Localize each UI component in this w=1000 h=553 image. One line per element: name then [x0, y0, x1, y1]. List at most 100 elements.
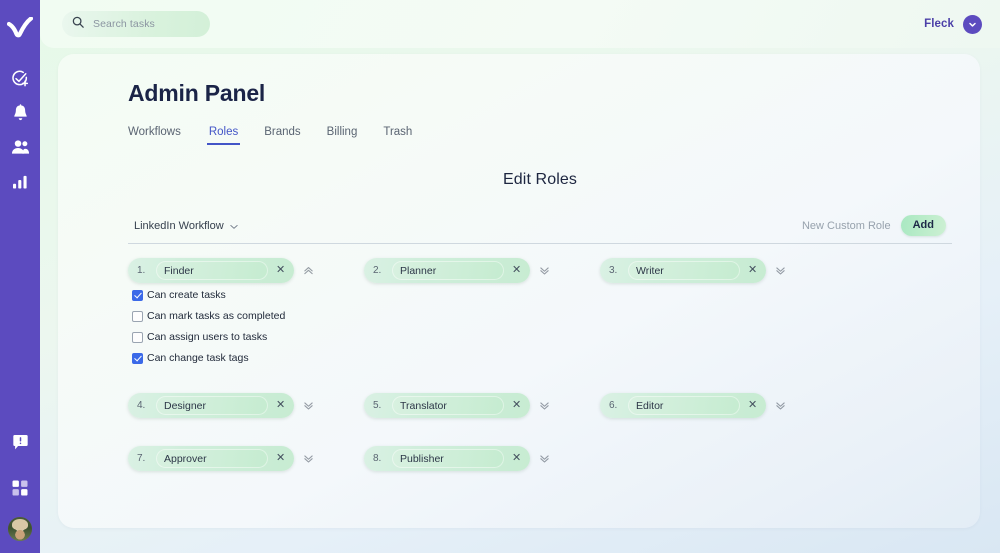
topbar: Search tasks Fleck: [40, 0, 1000, 48]
role-number: 7.: [137, 453, 146, 464]
add-task-icon: [11, 70, 29, 88]
bar-chart-icon: [12, 174, 29, 189]
role-chip-designer: 4. Designer ✕: [128, 393, 295, 418]
role-number: 3.: [609, 265, 618, 276]
main-column: Search tasks Fleck Admin Panel Workflows…: [40, 0, 1000, 553]
permission-checkbox[interactable]: [132, 310, 143, 322]
add-role-button[interactable]: Add: [900, 215, 946, 236]
role-slot-finder: 1. Finder ✕: [128, 258, 364, 283]
role-name-input[interactable]: Writer: [628, 261, 740, 280]
permission-item: Can change task tags: [132, 352, 952, 364]
close-icon[interactable]: ✕: [746, 400, 759, 411]
role-chip-writer: 3. Writer ✕: [600, 258, 767, 283]
avatar-highlight: [12, 519, 28, 530]
role-name-input[interactable]: Translator: [392, 396, 504, 415]
sidebar-item-notifications[interactable]: [0, 96, 40, 130]
close-icon[interactable]: ✕: [274, 453, 287, 464]
close-icon[interactable]: ✕: [274, 265, 287, 276]
role-row-2: 4. Designer ✕ 5. Translator ✕ 6. Editor …: [128, 393, 952, 418]
check-logo-icon: [6, 15, 34, 44]
user-name: Fleck: [924, 18, 954, 30]
permission-checkbox[interactable]: [132, 331, 143, 343]
role-name-input[interactable]: Designer: [156, 396, 268, 415]
permission-checkbox[interactable]: [132, 352, 143, 364]
sidebar-item-team[interactable]: [0, 130, 40, 164]
permission-label[interactable]: Can assign users to tasks: [147, 331, 267, 343]
permission-item: Can assign users to tasks: [132, 331, 952, 343]
workflow-select[interactable]: LinkedIn Workflow: [134, 217, 238, 235]
chevron-down-icon[interactable]: [963, 14, 982, 34]
admin-card: Admin Panel Workflows Roles Brands Billi…: [58, 54, 980, 528]
role-number: 2.: [373, 265, 382, 276]
role-slot-translator: 5. Translator ✕: [364, 393, 600, 418]
permission-label[interactable]: Can change task tags: [147, 352, 249, 364]
sidebar-item-analytics[interactable]: [0, 164, 40, 198]
sidebar-item-apps[interactable]: [0, 471, 40, 505]
role-chip-approver: 7. Approver ✕: [128, 446, 295, 471]
app-logo[interactable]: [0, 10, 40, 50]
permission-checkbox[interactable]: [132, 289, 143, 301]
role-name-input[interactable]: Planner: [392, 261, 504, 280]
workflow-bar: LinkedIn Workflow New Custom Role Add: [128, 215, 952, 244]
new-custom-role-input[interactable]: New Custom Role: [802, 220, 891, 232]
role-number: 4.: [137, 400, 146, 411]
workflow-bar-right: New Custom Role Add: [802, 215, 946, 236]
role-name-input[interactable]: Publisher: [392, 449, 504, 468]
admin-card-inner: Admin Panel Workflows Roles Brands Billi…: [58, 54, 980, 528]
role-slot-approver: 7. Approver ✕: [128, 446, 364, 471]
double-chevron-down-icon[interactable]: [302, 452, 315, 465]
double-chevron-down-icon[interactable]: [302, 399, 315, 412]
role-name-input[interactable]: Approver: [156, 449, 268, 468]
tab-trash[interactable]: Trash: [383, 126, 412, 145]
double-chevron-up-icon[interactable]: [302, 264, 315, 277]
double-chevron-down-icon[interactable]: [538, 264, 551, 277]
role-row-1: 1. Finder ✕ 2. Planner ✕ 3. Writer ✕: [128, 258, 952, 283]
double-chevron-down-icon[interactable]: [538, 452, 551, 465]
roles-grid: 1. Finder ✕ 2. Planner ✕ 3. Writer ✕ Can…: [128, 258, 952, 471]
avatar[interactable]: [8, 517, 32, 541]
sidebar-item-feedback[interactable]: [0, 425, 40, 459]
tab-billing[interactable]: Billing: [327, 126, 358, 145]
role-chip-translator: 5. Translator ✕: [364, 393, 531, 418]
permission-label[interactable]: Can create tasks: [147, 289, 226, 301]
role-number: 6.: [609, 400, 618, 411]
close-icon[interactable]: ✕: [510, 453, 523, 464]
app-root: Search tasks Fleck Admin Panel Workflows…: [0, 0, 1000, 553]
double-chevron-down-icon[interactable]: [774, 264, 787, 277]
role-slot-editor: 6. Editor ✕: [600, 393, 836, 418]
tab-roles[interactable]: Roles: [206, 126, 241, 145]
content-area: Admin Panel Workflows Roles Brands Billi…: [40, 48, 1000, 553]
permission-item: Can create tasks: [132, 289, 952, 301]
bell-icon: [12, 104, 29, 122]
close-icon[interactable]: ✕: [746, 265, 759, 276]
close-icon[interactable]: ✕: [510, 265, 523, 276]
workflow-select-label: LinkedIn Workflow: [134, 219, 224, 232]
tab-workflows[interactable]: Workflows: [128, 126, 181, 145]
user-menu[interactable]: Fleck: [924, 14, 982, 34]
role-name-input[interactable]: Finder: [156, 261, 268, 280]
tab-brands[interactable]: Brands: [264, 126, 300, 145]
role-chip-planner: 2. Planner ✕: [364, 258, 531, 283]
sidebar-item-add-task[interactable]: [0, 62, 40, 96]
chevron-down-icon: [230, 217, 238, 235]
close-icon[interactable]: ✕: [274, 400, 287, 411]
role-name-input[interactable]: Editor: [628, 396, 740, 415]
section-title: Edit Roles: [503, 171, 577, 188]
role-row-3: 7. Approver ✕ 8. Publisher ✕: [128, 446, 952, 471]
tab-bar: Workflows Roles Brands Billing Trash: [128, 126, 952, 145]
permissions-list: Can create tasks Can mark tasks as compl…: [128, 283, 952, 372]
search-icon: [72, 15, 84, 33]
search-input[interactable]: Search tasks: [62, 11, 210, 37]
search-placeholder: Search tasks: [93, 18, 155, 30]
role-slot-planner: 2. Planner ✕: [364, 258, 600, 283]
double-chevron-down-icon[interactable]: [774, 399, 787, 412]
role-chip-editor: 6. Editor ✕: [600, 393, 767, 418]
double-chevron-down-icon[interactable]: [538, 399, 551, 412]
permission-label[interactable]: Can mark tasks as completed: [147, 310, 285, 322]
permission-item: Can mark tasks as completed: [132, 310, 952, 322]
page-title: Admin Panel: [128, 80, 266, 106]
close-icon[interactable]: ✕: [510, 400, 523, 411]
role-chip-publisher: 8. Publisher ✕: [364, 446, 531, 471]
row-spacer: [128, 372, 952, 393]
role-slot-writer: 3. Writer ✕: [600, 258, 836, 283]
